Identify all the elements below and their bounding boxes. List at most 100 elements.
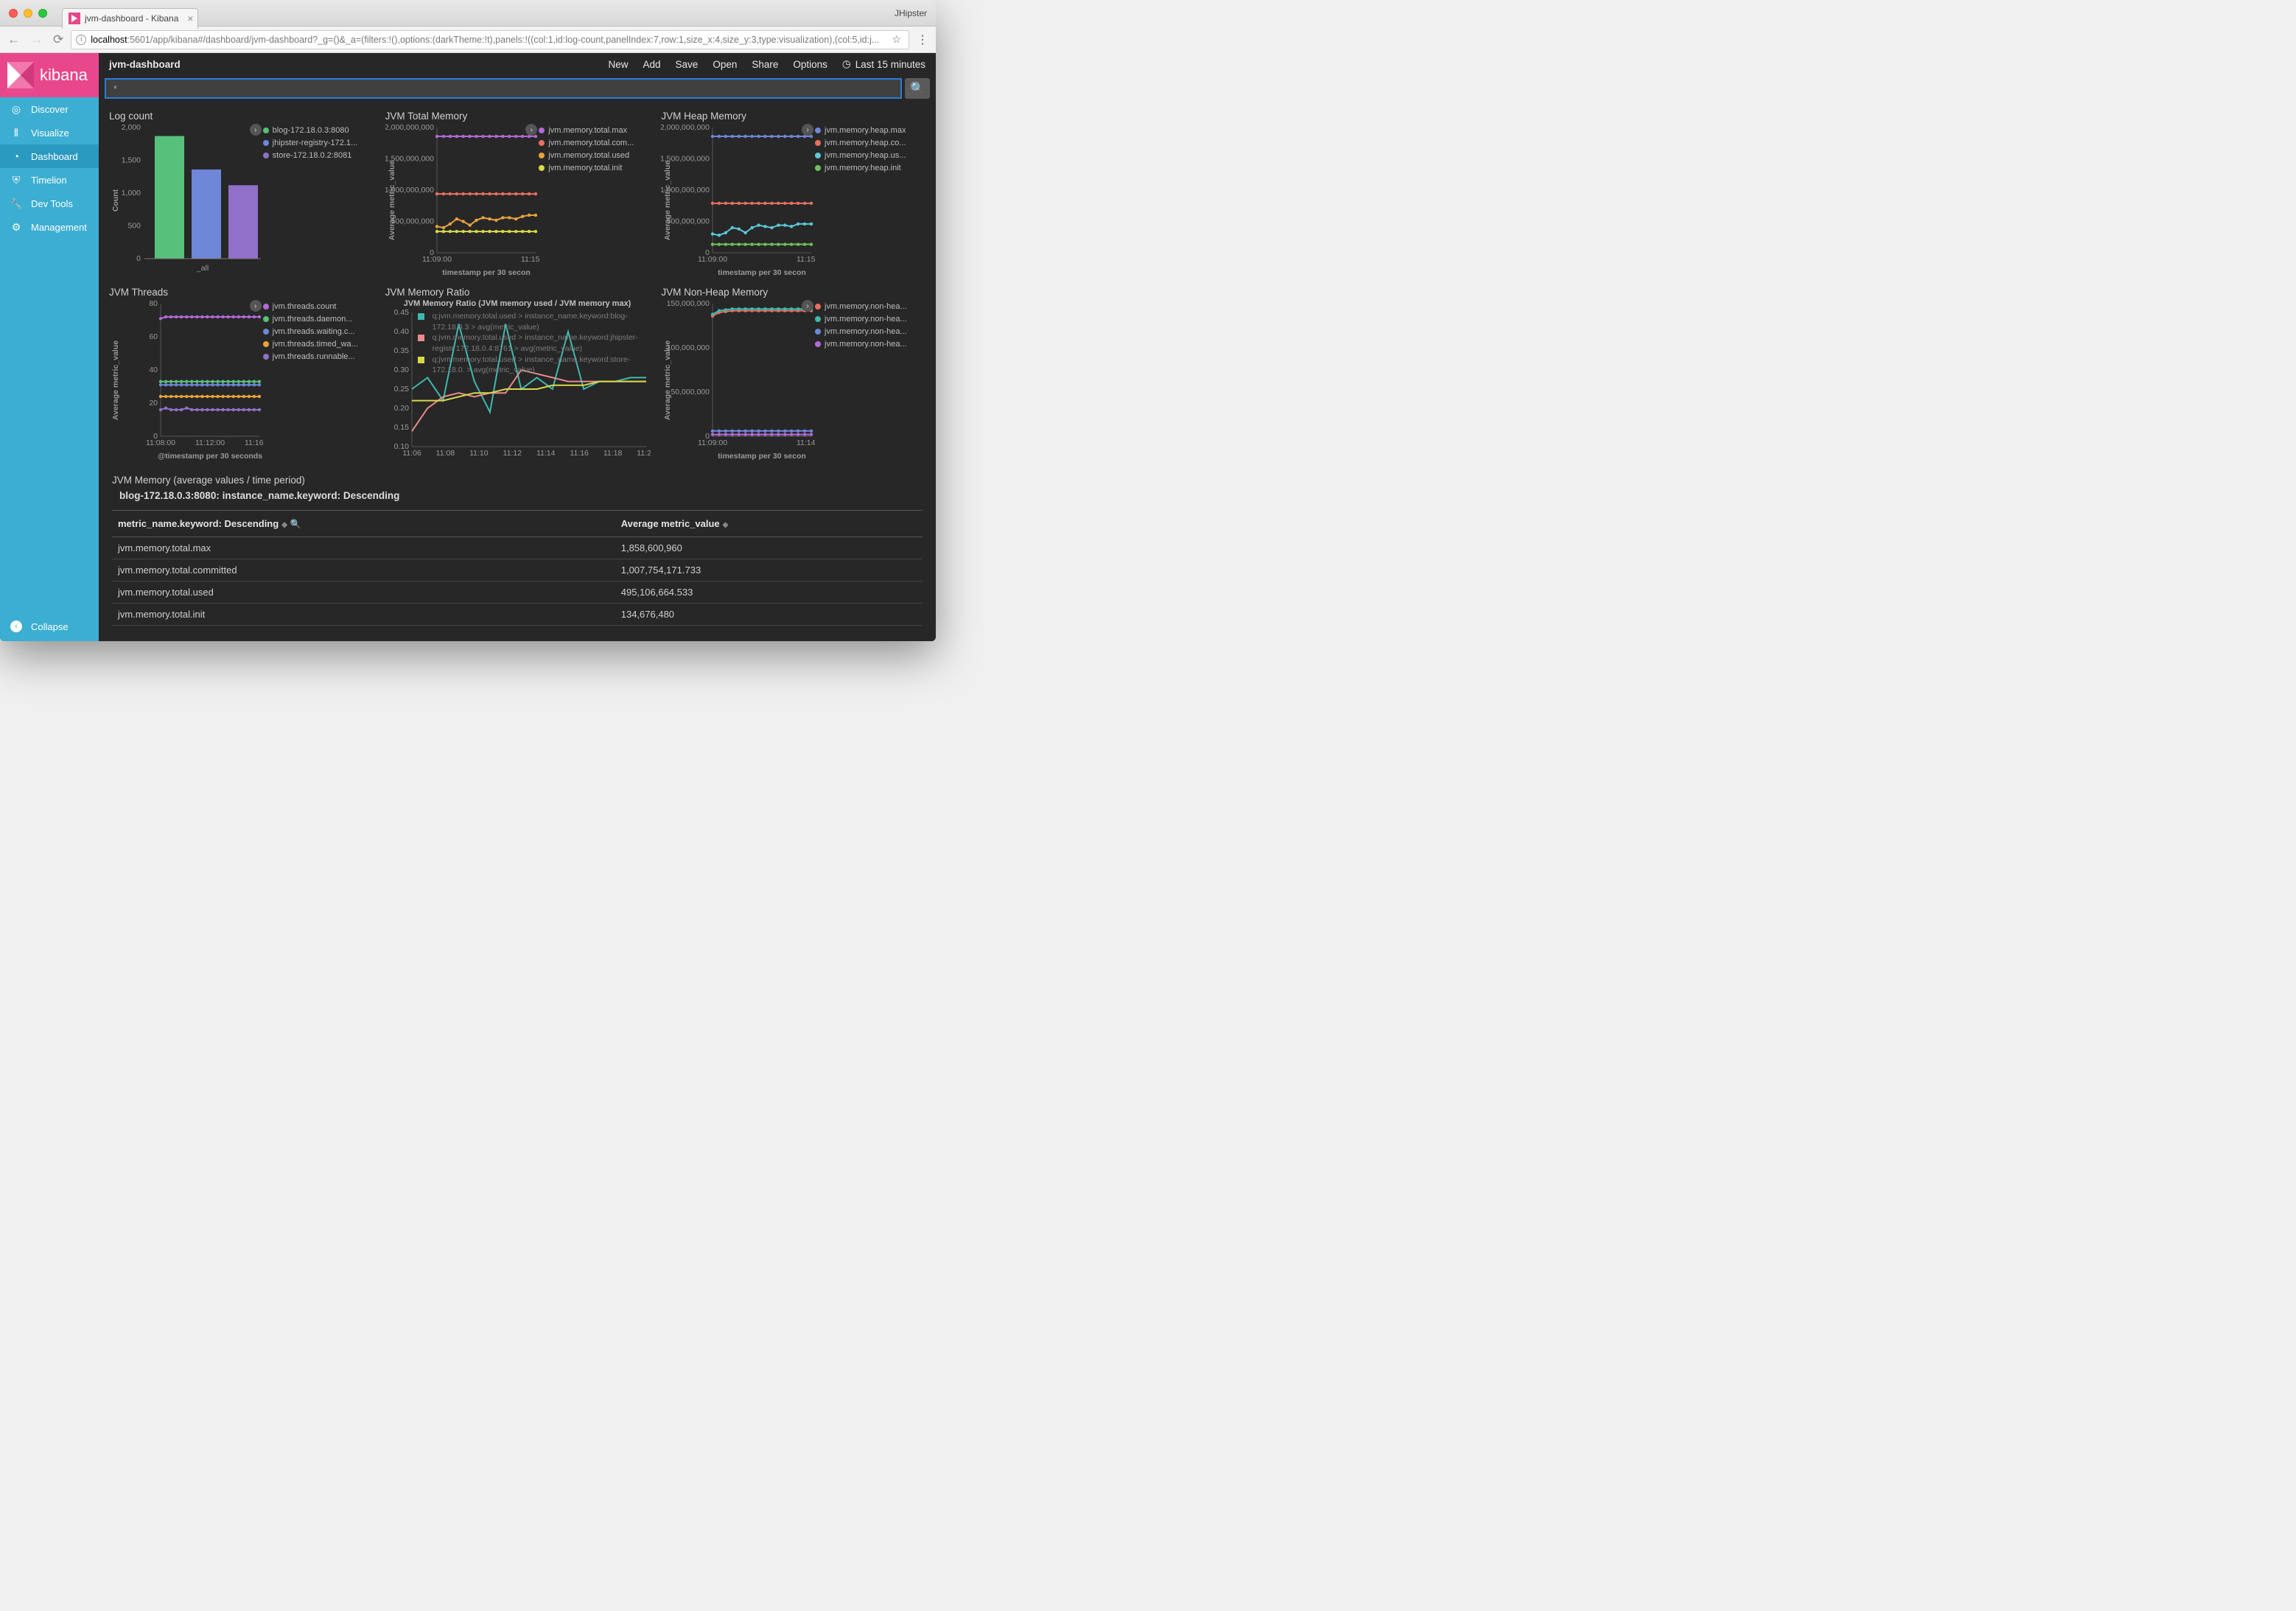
svg-text:2,000,000,000: 2,000,000,000: [661, 123, 710, 132]
svg-text:0.35: 0.35: [393, 346, 409, 355]
svg-text:20: 20: [149, 399, 158, 408]
legend-swatch-icon: [263, 304, 269, 310]
legend-item[interactable]: jvm.threads.timed_wa...: [263, 338, 374, 351]
sidebar-label: Visualize: [31, 127, 69, 139]
legend-item[interactable]: jvm.threads.daemon...: [263, 313, 374, 326]
svg-text:0.40: 0.40: [393, 327, 409, 336]
kibana-logo[interactable]: kibana: [0, 53, 99, 97]
legend-item[interactable]: jvm.memory.non-hea...: [815, 301, 925, 313]
action-options[interactable]: Options: [793, 59, 827, 70]
legend-item[interactable]: blog-172.18.0.3:8080: [263, 125, 374, 137]
svg-text:11:14: 11:14: [536, 449, 556, 458]
sidebar-item-management[interactable]: ⚙Management: [0, 215, 99, 239]
cell-metric: jvm.memory.total.committed: [112, 559, 615, 581]
legend-item[interactable]: jvm.memory.total.used: [539, 150, 649, 162]
expand-icon[interactable]: ›: [250, 300, 262, 312]
svg-text:_all: _all: [196, 264, 209, 273]
svg-text:0: 0: [136, 254, 141, 263]
legend-item[interactable]: jvm.threads.waiting.c...: [263, 326, 374, 338]
query-input[interactable]: [105, 78, 902, 99]
info-icon[interactable]: i: [76, 35, 86, 45]
bar-chart-icon: ⫴: [10, 127, 22, 139]
time-picker[interactable]: ◷ Last 15 minutes: [842, 58, 925, 70]
legend-swatch-icon: [815, 127, 821, 133]
table-col-value[interactable]: Average metric_value◆: [615, 511, 923, 537]
cell-value: 1,858,600,960: [615, 537, 923, 559]
filter-icon[interactable]: 🔍: [290, 519, 301, 529]
action-share[interactable]: Share: [752, 59, 778, 70]
legend-item[interactable]: jvm.memory.heap.max: [815, 125, 925, 137]
browser-profile[interactable]: JHipster: [895, 8, 927, 18]
legend-item[interactable]: jvm.threads.count: [263, 301, 374, 313]
table-row[interactable]: jvm.memory.total.used495,106,664.533: [112, 581, 923, 604]
legend-item[interactable]: q:jvm.memory.total.used > instance_name.…: [418, 354, 639, 376]
legend-item[interactable]: store-172.18.0.2:8081: [263, 150, 374, 162]
legend-item[interactable]: jvm.memory.heap.co...: [815, 137, 925, 150]
table-row[interactable]: jvm.memory.total.init134,676,480: [112, 604, 923, 626]
legend-swatch-icon: [263, 153, 269, 158]
sidebar-item-discover[interactable]: ◎Discover: [0, 97, 99, 121]
reload-icon[interactable]: ⟳: [53, 33, 63, 46]
expand-icon[interactable]: ›: [250, 124, 262, 136]
svg-text:11:09:00: 11:09:00: [422, 255, 452, 264]
table-col-metric[interactable]: metric_name.keyword: Descending◆ 🔍: [112, 511, 615, 537]
svg-text:60: 60: [149, 332, 158, 341]
action-add[interactable]: Add: [643, 59, 661, 70]
legend-item[interactable]: jhipster-registry-172.1...: [263, 137, 374, 150]
url-bar[interactable]: i localhost:5601/app/kibana#/dashboard/j…: [71, 30, 909, 49]
tab-close-icon[interactable]: ×: [187, 13, 193, 24]
sidebar-label: Timelion: [31, 175, 67, 186]
browser-tab[interactable]: jvm-dashboard - Kibana ×: [62, 8, 198, 29]
panel-title: JVM Threads: [109, 287, 374, 298]
svg-text:Average metric_value: Average metric_value: [663, 340, 672, 420]
bookmark-star-icon[interactable]: ☆: [889, 33, 904, 46]
svg-text:11:20: 11:20: [637, 449, 651, 458]
cell-metric: jvm.memory.total.init: [112, 604, 615, 626]
window-maximize-button[interactable]: [38, 9, 47, 18]
sidebar-item-timelion[interactable]: ⛨Timelion: [0, 168, 99, 192]
sidebar-item-visualize[interactable]: ⫴ Visualize: [0, 121, 99, 144]
legend-item[interactable]: jvm.memory.heap.init: [815, 162, 925, 175]
window-minimize-button[interactable]: [24, 9, 32, 18]
col-label: Average metric_value: [621, 518, 720, 529]
back-icon[interactable]: ←: [7, 33, 20, 46]
legend-item[interactable]: jvm.memory.total.init: [539, 162, 649, 175]
action-open[interactable]: Open: [713, 59, 737, 70]
legend-item[interactable]: jvm.memory.total.com...: [539, 137, 649, 150]
sidebar-item-dashboard[interactable]: ◔Dashboard: [0, 144, 99, 168]
legend-item[interactable]: q:jvm.memory.total.used > instance_name.…: [418, 332, 639, 354]
legend-item[interactable]: q:jvm.memory.total.used > instance_name.…: [418, 311, 639, 332]
sidebar-label: Dev Tools: [31, 198, 73, 209]
search-button[interactable]: 🔍: [905, 78, 930, 99]
legend-item[interactable]: jvm.memory.total.max: [539, 125, 649, 137]
panel-log-count: Log count › 05001,0001,5002,000Count_all…: [105, 108, 378, 281]
browser-menu-icon[interactable]: ⋮: [917, 32, 928, 47]
cell-metric: jvm.memory.total.max: [112, 537, 615, 559]
legend-item[interactable]: jvm.threads.runnable...: [263, 351, 374, 363]
legend-item[interactable]: jvm.memory.non-hea...: [815, 313, 925, 326]
sidebar-item-devtools[interactable]: 🔧Dev Tools: [0, 192, 99, 215]
cell-metric: jvm.memory.total.used: [112, 581, 615, 604]
cell-value: 134,676,480: [615, 604, 923, 626]
action-new[interactable]: New: [608, 59, 628, 70]
panel-title: Log count: [109, 111, 374, 122]
legend-swatch-icon: [815, 316, 821, 322]
expand-icon[interactable]: ›: [802, 300, 813, 312]
legend-swatch-icon: [815, 140, 821, 146]
expand-icon[interactable]: ›: [802, 124, 813, 136]
window-close-button[interactable]: [9, 9, 18, 18]
action-save[interactable]: Save: [676, 59, 699, 70]
forward-icon[interactable]: →: [30, 33, 43, 46]
table-row[interactable]: jvm.memory.total.committed1,007,754,171.…: [112, 559, 923, 581]
svg-text:11:08:00: 11:08:00: [146, 438, 175, 447]
legend-swatch-icon: [539, 153, 545, 158]
dashboard-title: jvm-dashboard: [109, 59, 181, 70]
sidebar-collapse-button[interactable]: ‹ Collapse: [0, 612, 99, 641]
cell-value: 495,106,664.533: [615, 581, 923, 604]
legend-swatch-icon: [418, 313, 424, 320]
legend-item[interactable]: jvm.memory.non-hea...: [815, 326, 925, 338]
legend-item[interactable]: jvm.memory.heap.us...: [815, 150, 925, 162]
table-row[interactable]: jvm.memory.total.max1,858,600,960: [112, 537, 923, 559]
svg-text:Average metric_value: Average metric_value: [388, 161, 396, 240]
legend-item[interactable]: jvm.memory.non-hea...: [815, 338, 925, 351]
